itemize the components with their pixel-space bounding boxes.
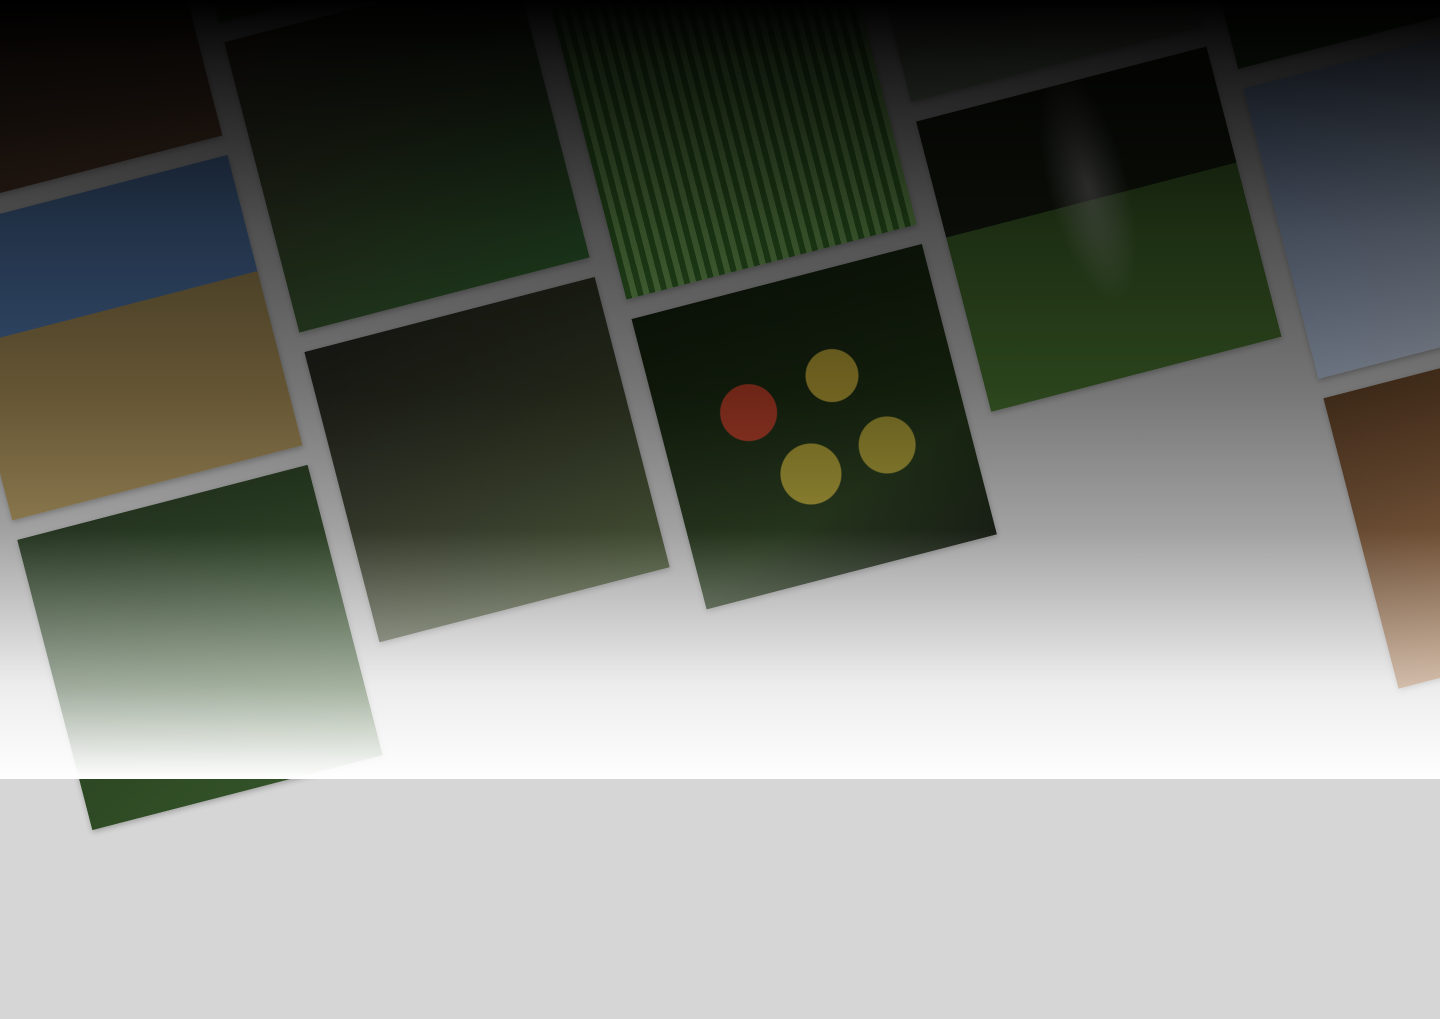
photo-collage <box>0 0 1440 990</box>
photo-machinery-tile <box>224 0 590 333</box>
photo-wheat-tile <box>0 154 303 521</box>
photo-tomatoes-tile <box>631 243 997 610</box>
photo-green-field-tile <box>17 464 383 831</box>
photo-warm-field-tile <box>1323 323 1440 689</box>
photo-farmer-tile <box>304 276 670 643</box>
photo-sprayer-field-tile <box>551 0 917 300</box>
photo-irrigation-tile <box>916 46 1282 412</box>
